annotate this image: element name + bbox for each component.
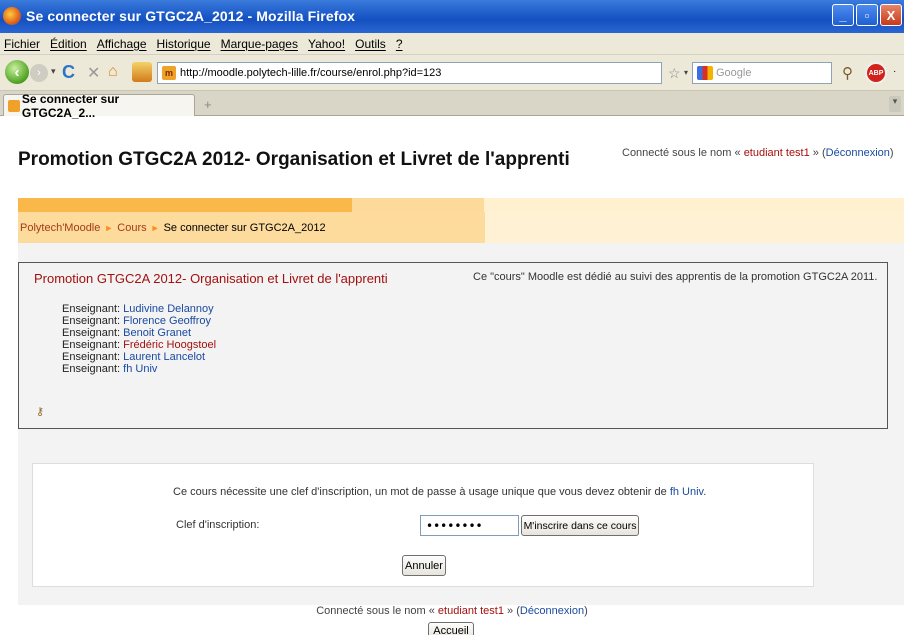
enrolment-key-input[interactable]: ••••••••	[420, 515, 519, 536]
teacher-list: Enseignant: Ludivine Delannoy Enseignant…	[62, 303, 216, 375]
breadcrumb-courses-link[interactable]: Cours	[117, 222, 146, 234]
teacher-link[interactable]: fh Univ	[123, 363, 157, 375]
course-summary: Ce "cours" Moodle est dédié au suivi des…	[473, 271, 878, 283]
url-text[interactable]: http://moodle.polytech-lille.fr/course/e…	[180, 67, 441, 79]
course-name-link[interactable]: Promotion GTGC2A 2012- Organisation et L…	[34, 271, 388, 286]
menu-yahoo[interactable]: Yahoo!	[308, 37, 345, 51]
minimize-button[interactable]: _	[832, 4, 854, 26]
tab-bar: Se connecter sur GTGC2A_2... + ▾	[0, 91, 904, 120]
enrolment-form: Ce cours nécessite une clef d'inscriptio…	[32, 463, 814, 587]
header-login-info: Connecté sous le nom « etudiant test1 » …	[622, 147, 894, 159]
teacher-row: Enseignant: Ludivine Delannoy	[62, 303, 216, 315]
reload-icon[interactable]: C	[62, 62, 75, 83]
teacher-link[interactable]: Benoit Granet	[123, 327, 191, 339]
search-box[interactable]: Google	[692, 62, 832, 84]
menu-historique[interactable]: Historique	[157, 37, 211, 51]
enrolment-teacher-link[interactable]: fh Univ	[670, 486, 703, 498]
footer-login-suffix: )	[584, 605, 588, 617]
tab-active[interactable]: Se connecter sur GTGC2A_2...	[3, 92, 195, 120]
bookmark-folder-icon[interactable]	[132, 62, 152, 82]
user-link[interactable]: etudiant test1	[744, 147, 810, 159]
footer-login-info: Connecté sous le nom « etudiant test1 » …	[0, 605, 904, 617]
menu-affichage[interactable]: Affichage	[97, 37, 147, 51]
login-prefix: Connecté sous le nom «	[622, 147, 744, 159]
teacher-link[interactable]: Ludivine Delannoy	[123, 303, 214, 315]
search-placeholder[interactable]: Google	[716, 67, 751, 79]
login-suffix: )	[889, 147, 894, 159]
menu-help[interactable]: ?	[396, 37, 403, 51]
firefox-icon	[3, 7, 21, 25]
back-icon[interactable]: ‹	[5, 60, 29, 84]
menu-marque-pages[interactable]: Marque-pages	[221, 37, 298, 51]
footer-user-link[interactable]: etudiant test1	[438, 605, 504, 617]
url-dropdown-icon[interactable]: ▾	[684, 68, 688, 77]
page-title: Promotion GTGC2A 2012- Organisation et L…	[18, 149, 570, 170]
teacher-label: Enseignant:	[62, 363, 124, 375]
menu-edition[interactable]: Édition	[50, 37, 87, 51]
menu-bar: Fichier Édition Affichage Historique Mar…	[0, 33, 904, 55]
enrolment-message-text: Ce cours nécessite une clef d'inscriptio…	[173, 486, 670, 498]
breadcrumb-current: Se connecter sur GTGC2A_2012	[163, 221, 326, 234]
logout-link[interactable]: Déconnexion	[826, 147, 890, 159]
menu-fichier[interactable]: Fichier	[4, 37, 40, 51]
stop-icon[interactable]: ✕	[87, 63, 100, 83]
teacher-row: Enseignant: Frédéric Hoogstoel	[62, 339, 216, 351]
breadcrumb-separator-icon: ►	[104, 222, 114, 233]
tab-list-icon[interactable]: ▾	[889, 96, 901, 112]
star-icon[interactable]: ☆	[668, 65, 681, 82]
forward-icon[interactable]: ›	[30, 64, 48, 82]
enrolment-key-label: Clef d'inscription:	[176, 519, 260, 531]
search-icon[interactable]: ⚲	[842, 64, 853, 82]
login-mid: » (	[809, 147, 826, 159]
adblock-icon[interactable]: ABP	[865, 62, 887, 84]
address-bar[interactable]: m http://moodle.polytech-lille.fr/course…	[157, 62, 662, 84]
enrol-submit-button[interactable]: M'inscrire dans ce cours	[521, 515, 639, 536]
teacher-row: Enseignant: Laurent Lancelot	[62, 351, 216, 363]
teacher-row: Enseignant: Benoit Granet	[62, 327, 216, 339]
navigation-toolbar: ‹ › ▾ C ✕ ⌂ m http://moodle.polytech-lil…	[0, 55, 904, 91]
maximize-button[interactable]: ▫	[856, 4, 878, 26]
teacher-row: Enseignant: fh Univ	[62, 363, 216, 375]
footer-login-mid: » (	[503, 605, 520, 617]
teacher-row: Enseignant: Florence Geoffroy	[62, 315, 216, 327]
window-controls: _ ▫ X	[832, 4, 902, 26]
search-engine-icon[interactable]	[697, 66, 713, 80]
footer-logout-link[interactable]: Déconnexion	[520, 605, 584, 617]
home-icon[interactable]: ⌂	[108, 63, 118, 81]
breadcrumb-home-link[interactable]: Polytech'Moodle	[20, 222, 100, 234]
teacher-link[interactable]: Frédéric Hoogstoel	[123, 339, 216, 351]
nav-stripe	[18, 198, 904, 212]
course-info-box: Promotion GTGC2A 2012- Organisation et L…	[18, 262, 888, 429]
site-favicon-icon: m	[162, 66, 176, 80]
close-button[interactable]: X	[880, 4, 902, 26]
tab-label[interactable]: Se connecter sur GTGC2A_2...	[22, 92, 194, 120]
cancel-button[interactable]: Annuler	[402, 555, 446, 576]
teacher-label: Enseignant:	[62, 351, 124, 363]
teacher-link[interactable]: Laurent Lancelot	[123, 351, 205, 363]
teacher-label: Enseignant:	[62, 339, 124, 351]
window-title: Se connecter sur GTGC2A_2012 - Mozilla F…	[26, 8, 356, 24]
enrolment-message-end: .	[703, 486, 707, 498]
new-tab-icon[interactable]: +	[204, 97, 218, 112]
teacher-label: Enseignant:	[62, 327, 124, 339]
teacher-label: Enseignant:	[62, 315, 124, 327]
key-icon: ⚷	[36, 406, 45, 418]
more-icon[interactable]: ·	[893, 66, 896, 77]
home-button[interactable]: Accueil	[428, 622, 474, 635]
history-dropdown-icon[interactable]: ▾	[51, 66, 56, 77]
teacher-label: Enseignant:	[62, 303, 124, 315]
breadcrumb: Polytech'Moodle ► Cours ► Se connecter s…	[18, 212, 904, 243]
breadcrumb-separator-icon: ►	[150, 222, 160, 233]
enrolment-message: Ce cours nécessite une clef d'inscriptio…	[173, 486, 706, 498]
window-titlebar: Se connecter sur GTGC2A_2012 - Mozilla F…	[0, 0, 904, 33]
menu-outils[interactable]: Outils	[355, 37, 386, 51]
footer-login-prefix: Connecté sous le nom «	[316, 605, 438, 617]
tab-favicon-icon	[8, 99, 20, 112]
teacher-link[interactable]: Florence Geoffroy	[123, 315, 211, 327]
